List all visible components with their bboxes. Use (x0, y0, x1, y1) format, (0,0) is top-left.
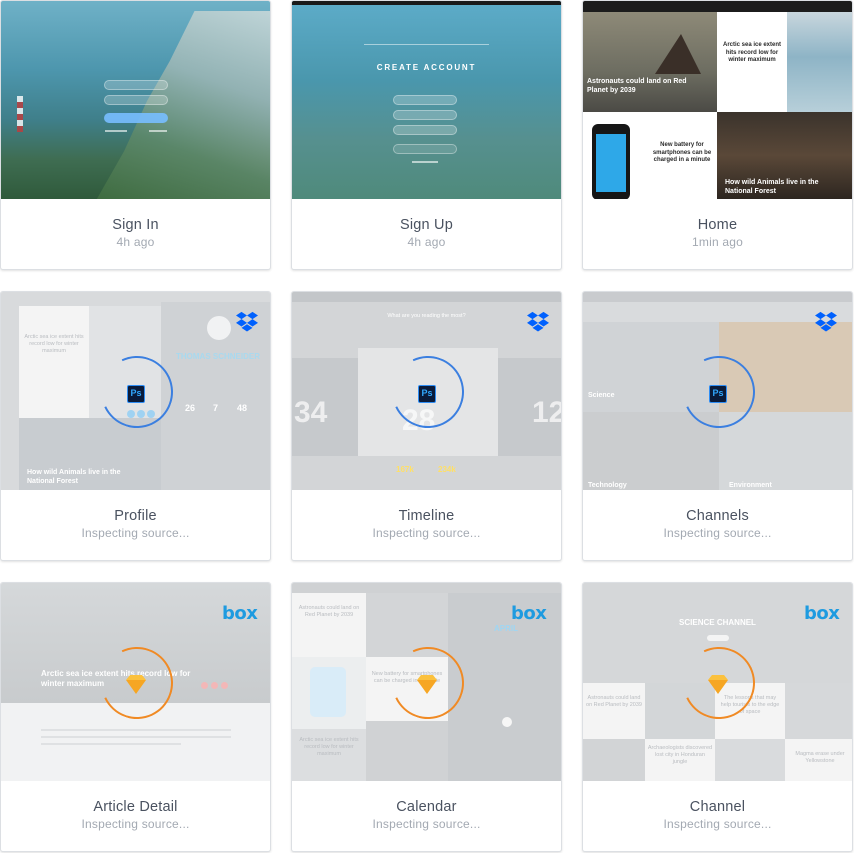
profile-stat-1: 26 (185, 403, 196, 413)
calendar-tile-3-title: Arctic sea ice extent hits record low fo… (299, 737, 359, 757)
card-sign-up[interactable]: CREATE ACCOUNT Sign Up 4h ago (291, 0, 562, 270)
home-tile-2-title: Arctic sea ice extent hits record low fo… (722, 42, 782, 63)
lighthouse-image (17, 96, 23, 132)
card-channel[interactable]: SCIENCE CHANNEL Astronauts could land on… (582, 582, 853, 852)
photoshop-icon: Ps (418, 385, 436, 403)
dropbox-icon (236, 311, 258, 332)
sketch-icon (708, 680, 728, 694)
card-sign-in[interactable]: Sign In 4h ago (0, 0, 271, 270)
timeline-thumbnail: What are you reading the most? 34 28 12 … (292, 292, 561, 490)
card-status: Inspecting source... (81, 817, 190, 831)
sketch-icon (126, 680, 146, 694)
card-title: Timeline (398, 508, 455, 524)
home-tile-1-title: Astronauts could land on Red Planet by 2… (587, 78, 687, 94)
photoshop-icon: Ps (709, 385, 727, 403)
channel-tile-3-title: Archaeologists discovered lost city in H… (647, 745, 713, 765)
dropbox-icon (815, 311, 837, 332)
timeline-stat-2: 234k (438, 465, 456, 474)
channel-label-science: Science (588, 392, 615, 399)
card-article-detail[interactable]: Arctic sea ice extent hits record low fo… (0, 582, 271, 852)
article-detail-thumbnail: Arctic sea ice extent hits record low fo… (1, 583, 270, 781)
profile-thumbnail: Arctic sea ice extent hits record low fo… (1, 292, 270, 490)
calendar-thumbnail: Astronauts could land on Red Planet by 2… (292, 583, 561, 781)
card-status: Inspecting source... (663, 817, 772, 831)
channel-thumbnail: SCIENCE CHANNEL Astronauts could land on… (583, 583, 852, 781)
sign-in-thumbnail (1, 1, 270, 199)
profile-stat-3: 48 (237, 403, 248, 413)
card-timeline[interactable]: What are you reading the most? 34 28 12 … (291, 291, 562, 561)
card-title: Sign Up (400, 217, 453, 233)
card-status: Inspecting source... (372, 817, 481, 831)
timeline-left-number: 34 (294, 396, 328, 429)
card-status: 4h ago (116, 235, 155, 249)
card-title: Profile (114, 508, 157, 524)
profile-bottom-text: How wild Animals live in the National Fo… (27, 469, 121, 485)
timeline-question: What are you reading the most? (387, 313, 466, 319)
create-account-title: CREATE ACCOUNT (376, 63, 477, 72)
channel-label-environment: Environment (729, 482, 772, 489)
profile-name: THOMAS SCHNEIDER (175, 352, 260, 361)
timeline-stat-1: 167k (396, 465, 414, 474)
channel-tile-1-title: Astronauts could land on Red Planet by 2… (586, 695, 642, 708)
home-tile-4-title: How wild Animals live in the National Fo… (725, 179, 819, 195)
card-status: 1min ago (692, 235, 743, 249)
calendar-tile-1-title: Astronauts could land on Red Planet by 2… (298, 605, 360, 618)
channel-label-technology: Technology (588, 482, 627, 489)
card-status: Inspecting source... (372, 526, 481, 540)
profile-stat-2: 7 (213, 403, 219, 413)
card-title: Channels (686, 508, 749, 524)
card-title: Article Detail (93, 799, 178, 815)
card-channels[interactable]: Science Technology Environment Ps Channe… (582, 291, 853, 561)
timeline-right-number: 12 (532, 396, 561, 429)
card-home[interactable]: Astronauts could land on Red Planet by 2… (582, 0, 853, 270)
profile-card-text: Arctic sea ice extent hits record low fo… (24, 334, 84, 354)
card-title: Calendar (396, 799, 457, 815)
channel-tile-4-title: Magma erase under Yellowstone (795, 751, 845, 764)
box-logo: box (804, 603, 840, 624)
card-title: Channel (689, 799, 746, 815)
box-logo: box (222, 603, 258, 624)
card-status: Inspecting source... (81, 526, 190, 540)
card-calendar[interactable]: Astronauts could land on Red Planet by 2… (291, 582, 562, 852)
dropbox-icon (527, 311, 549, 332)
channels-thumbnail: Science Technology Environment Ps (583, 292, 852, 490)
sign-up-thumbnail: CREATE ACCOUNT (292, 1, 561, 199)
sketch-icon (417, 680, 437, 694)
card-profile[interactable]: Arctic sea ice extent hits record low fo… (0, 291, 271, 561)
card-title: Home (697, 217, 738, 233)
calendar-month: APRIL (494, 624, 518, 633)
box-logo: box (511, 603, 547, 624)
photoshop-icon: Ps (127, 385, 145, 403)
card-status: 4h ago (407, 235, 446, 249)
home-tile-3-title: New battery for smartphones can be charg… (652, 142, 712, 163)
card-title: Sign In (112, 217, 159, 233)
card-status: Inspecting source... (663, 526, 772, 540)
home-thumbnail: Astronauts could land on Red Planet by 2… (583, 1, 852, 199)
